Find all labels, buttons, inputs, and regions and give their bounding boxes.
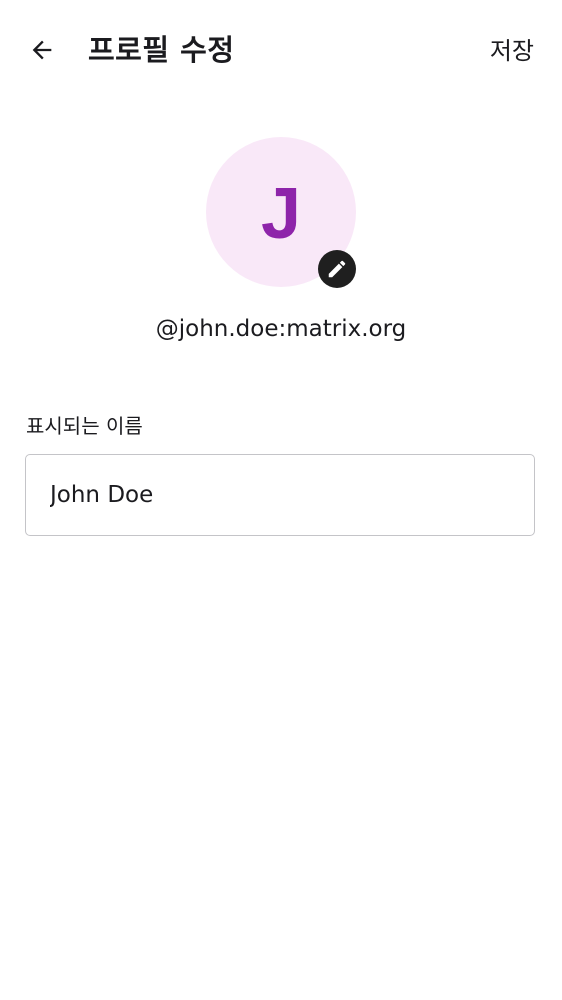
page-title: 프로필 수정: [88, 33, 235, 67]
save-button[interactable]: 저장: [490, 32, 534, 70]
pencil-icon: [328, 260, 346, 278]
display-name-label: 표시되는 이름: [26, 414, 143, 438]
back-button[interactable]: [18, 26, 66, 74]
arrow-back-icon: [32, 40, 52, 60]
edit-avatar-button[interactable]: [318, 250, 356, 288]
avatar-container: J: [206, 137, 356, 288]
edit-profile-screen: 프로필 수정 저장 J @john.doe:matrix.org 표시되는 이름: [0, 0, 562, 1000]
display-name-input[interactable]: [25, 454, 535, 536]
top-app-bar: 프로필 수정 저장: [0, 0, 562, 100]
user-id-text: @john.doe:matrix.org: [155, 316, 407, 342]
avatar-initial: J: [260, 174, 302, 254]
